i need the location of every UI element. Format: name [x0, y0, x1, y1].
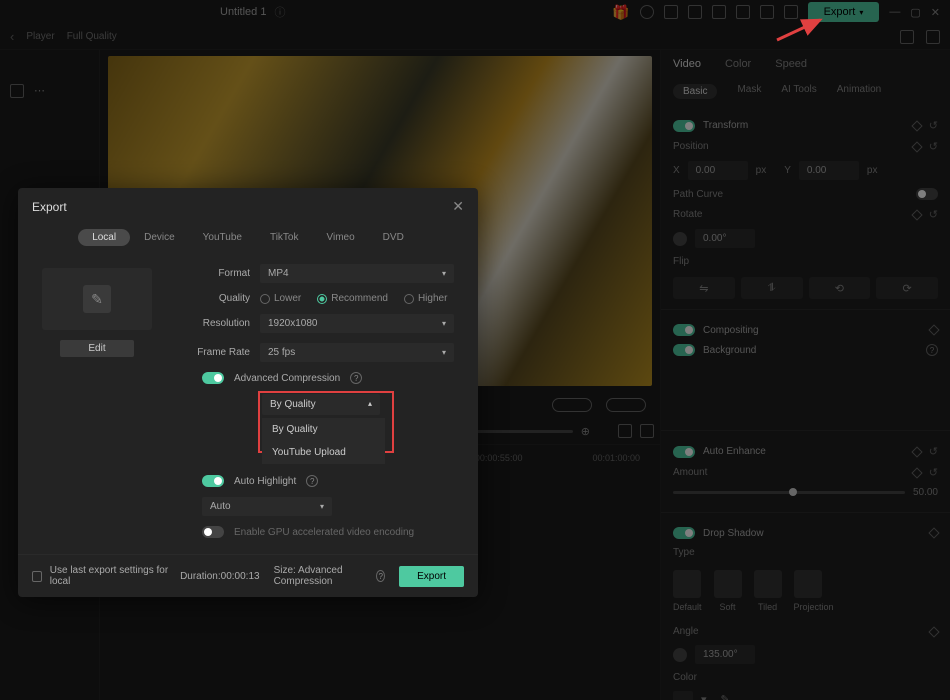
duration-info: Duration:00:00:13	[180, 571, 260, 582]
auto-highlight-label: Auto Highlight	[234, 476, 296, 487]
format-select[interactable]: MP4▾	[260, 264, 454, 283]
edit-button[interactable]: Edit	[60, 340, 134, 357]
export-tab-dvd[interactable]: DVD	[369, 229, 418, 246]
help-icon[interactable]: ?	[306, 475, 318, 487]
format-label: Format	[182, 268, 260, 279]
compression-mode-select[interactable]: By Quality▴	[262, 394, 380, 415]
export-tab-youtube[interactable]: YouTube	[189, 229, 256, 246]
export-thumbnail: ✎	[42, 268, 152, 330]
auto-highlight-toggle[interactable]	[202, 475, 224, 487]
use-last-settings-label: Use last export settings for local	[50, 565, 172, 587]
modal-title: Export	[32, 200, 67, 214]
export-confirm-button[interactable]: Export	[399, 566, 464, 587]
export-tab-vimeo[interactable]: Vimeo	[313, 229, 369, 246]
close-icon[interactable]: ✕	[452, 198, 464, 215]
framerate-label: Frame Rate	[182, 347, 260, 358]
pencil-icon: ✎	[83, 285, 111, 313]
quality-label: Quality	[182, 293, 260, 304]
help-icon[interactable]: ?	[350, 372, 362, 384]
adv-compression-toggle[interactable]	[202, 372, 224, 384]
adv-compression-label: Advanced Compression	[234, 373, 340, 384]
export-tab-tiktok[interactable]: TikTok	[256, 229, 313, 246]
quality-higher[interactable]: Higher	[404, 293, 447, 304]
compression-mode-options: By Quality YouTube Upload	[262, 418, 385, 464]
export-tab-local[interactable]: Local	[78, 229, 130, 246]
option-by-quality[interactable]: By Quality	[262, 418, 385, 441]
size-info: Size: Advanced Compression	[274, 565, 363, 587]
auto-highlight-select[interactable]: Auto▾	[202, 497, 332, 516]
option-youtube-upload[interactable]: YouTube Upload	[262, 441, 385, 464]
gpu-toggle[interactable]	[202, 526, 224, 538]
resolution-select[interactable]: 1920x1080▾	[260, 314, 454, 333]
resolution-label: Resolution	[182, 318, 260, 329]
export-tab-device[interactable]: Device	[130, 229, 189, 246]
quality-recommend[interactable]: Recommend	[317, 293, 388, 304]
export-modal: Export ✕ Local Device YouTube TikTok Vim…	[18, 188, 478, 597]
quality-lower[interactable]: Lower	[260, 293, 301, 304]
framerate-select[interactable]: 25 fps▾	[260, 343, 454, 362]
help-icon[interactable]: ?	[376, 570, 385, 582]
gpu-label: Enable GPU accelerated video encoding	[234, 527, 414, 538]
use-last-settings-checkbox[interactable]	[32, 571, 42, 582]
